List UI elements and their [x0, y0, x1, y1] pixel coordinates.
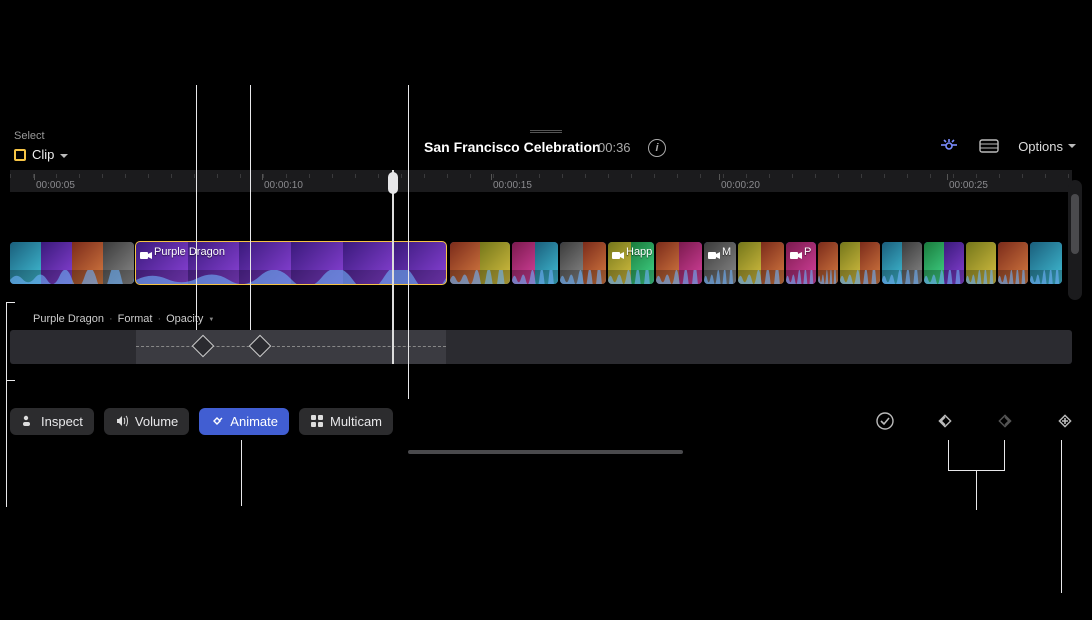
callout-line — [196, 85, 197, 330]
options-menu[interactable]: Options — [1018, 139, 1076, 154]
video-icon — [612, 247, 624, 256]
project-duration: 00:36 — [598, 140, 631, 155]
ruler-tick: 00:00:15 — [493, 180, 532, 191]
info-icon[interactable]: i — [648, 139, 666, 157]
project-title: San Francisco Celebration — [424, 139, 601, 155]
callout-line — [976, 470, 977, 510]
callout-line — [948, 440, 949, 470]
keyframe-clip-region — [136, 330, 446, 364]
scrollbar-thumb[interactable] — [1071, 194, 1079, 254]
clip-label: Happ — [626, 246, 652, 258]
clip[interactable] — [10, 242, 134, 284]
done-button[interactable] — [874, 410, 896, 432]
clip[interactable] — [560, 242, 606, 284]
select-mode-popup[interactable]: Clip — [14, 147, 68, 162]
keyframe-param: Opacity — [166, 313, 203, 325]
callout-line — [408, 85, 409, 399]
clip-label: Purple Dragon — [154, 246, 225, 258]
clip[interactable] — [512, 242, 558, 284]
chevron-down-icon — [1068, 144, 1076, 152]
timeline-zoom-bar[interactable] — [408, 450, 683, 454]
select-mode-label: Select — [14, 130, 45, 142]
clip[interactable] — [738, 242, 784, 284]
playhead-knob[interactable] — [388, 172, 398, 194]
clip-label: P — [804, 246, 811, 258]
select-mode-value: Clip — [32, 147, 54, 162]
video-icon — [790, 247, 802, 256]
clip[interactable]: P — [786, 242, 816, 284]
prev-keyframe-button[interactable] — [934, 410, 956, 432]
callout-line — [250, 85, 251, 330]
next-keyframe-button[interactable] — [994, 410, 1016, 432]
keyframe-param-breadcrumb[interactable]: Purple Dragon · Format · Opacity ▼ — [33, 313, 214, 325]
options-label: Options — [1018, 139, 1063, 154]
volume-button[interactable]: Volume — [104, 408, 189, 435]
ruler-tick: 00:00:05 — [36, 180, 75, 191]
clip[interactable]: Happ — [608, 242, 654, 284]
add-keyframe-button[interactable] — [1054, 410, 1076, 432]
video-icon — [140, 247, 152, 256]
clip[interactable] — [818, 242, 838, 284]
callout-line — [6, 380, 15, 381]
keyframe-editor[interactable] — [10, 330, 1072, 364]
keyframe-clip-name: Purple Dragon — [33, 313, 104, 325]
multicam-button[interactable]: Multicam — [299, 408, 393, 435]
timeline-ruler[interactable]: 00:00:05 00:00:10 00:00:15 00:00:20 00:00:25 — [10, 170, 1072, 192]
multicam-icon — [310, 414, 324, 428]
parameter-value-line[interactable] — [136, 346, 446, 347]
clip[interactable] — [882, 242, 922, 284]
ruler-tick: 00:00:10 — [264, 180, 303, 191]
inspect-icon — [21, 414, 35, 428]
index-icon[interactable] — [978, 137, 1000, 155]
clip[interactable] — [998, 242, 1028, 284]
timeline-drag-handle[interactable] — [530, 128, 562, 134]
clip[interactable] — [1030, 242, 1062, 284]
callout-line — [6, 302, 7, 507]
chevron-updown-icon — [60, 154, 68, 162]
chevron-down-icon: ▼ — [208, 317, 214, 323]
clip[interactable] — [656, 242, 702, 284]
keyframe-group: Format — [118, 313, 153, 325]
keyframes-icon — [210, 414, 224, 428]
clip[interactable] — [450, 242, 510, 284]
clip-label: M — [722, 246, 731, 258]
callout-line — [241, 440, 242, 506]
clip[interactable]: M — [704, 242, 736, 284]
clip-swatch-icon — [14, 149, 26, 161]
video-icon — [708, 247, 720, 256]
volume-icon — [115, 414, 129, 428]
clip[interactable] — [924, 242, 964, 284]
callout-line — [6, 302, 15, 303]
callout-line — [1004, 440, 1005, 470]
inspect-button[interactable]: Inspect — [10, 408, 94, 435]
clip[interactable] — [966, 242, 996, 284]
ruler-tick: 00:00:25 — [949, 180, 988, 191]
clip[interactable] — [840, 242, 880, 284]
callout-line — [1061, 440, 1062, 593]
connected-clips-icon[interactable] — [938, 137, 960, 155]
playhead[interactable] — [392, 170, 394, 364]
vertical-scrollbar[interactable] — [1068, 180, 1082, 300]
clip[interactable]: Purple Dragon — [136, 242, 446, 284]
animate-button[interactable]: Animate — [199, 408, 289, 435]
timeline-lane[interactable]: Purple Dragon Happ M P — [10, 242, 1072, 284]
ruler-tick: 00:00:20 — [721, 180, 760, 191]
